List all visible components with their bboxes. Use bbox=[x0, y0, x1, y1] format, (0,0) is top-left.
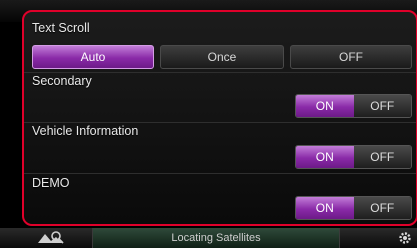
demo-off-button[interactable]: OFF bbox=[353, 197, 411, 219]
map-search-icon[interactable] bbox=[36, 230, 66, 246]
vehicle-information-toggle[interactable]: ON OFF bbox=[295, 145, 412, 169]
demo-toggle[interactable]: ON OFF bbox=[295, 196, 412, 220]
demo-on-button[interactable]: ON bbox=[296, 197, 354, 219]
secondary-toggle[interactable]: ON OFF bbox=[295, 94, 412, 118]
vehicle-information-off-button[interactable]: OFF bbox=[353, 146, 411, 168]
gear-icon[interactable] bbox=[396, 230, 414, 246]
divider bbox=[24, 72, 416, 73]
text-scroll-off-button[interactable]: OFF bbox=[290, 45, 412, 69]
divider bbox=[24, 173, 416, 174]
text-scroll-auto-button[interactable]: Auto bbox=[32, 45, 154, 69]
text-scroll-label: Text Scroll bbox=[32, 21, 90, 35]
gps-status-bar: Locating Satellites bbox=[92, 228, 340, 248]
vehicle-information-label: Vehicle Information bbox=[32, 124, 139, 138]
divider bbox=[24, 122, 416, 123]
demo-label: DEMO bbox=[32, 176, 70, 190]
secondary-off-button[interactable]: OFF bbox=[353, 95, 411, 117]
vehicle-information-on-button[interactable]: ON bbox=[296, 146, 354, 168]
secondary-on-button[interactable]: ON bbox=[296, 95, 354, 117]
settings-panel: Text Scroll Auto Once OFF Secondary ON O… bbox=[22, 10, 417, 226]
text-scroll-once-button[interactable]: Once bbox=[160, 45, 284, 69]
secondary-label: Secondary bbox=[32, 74, 92, 88]
